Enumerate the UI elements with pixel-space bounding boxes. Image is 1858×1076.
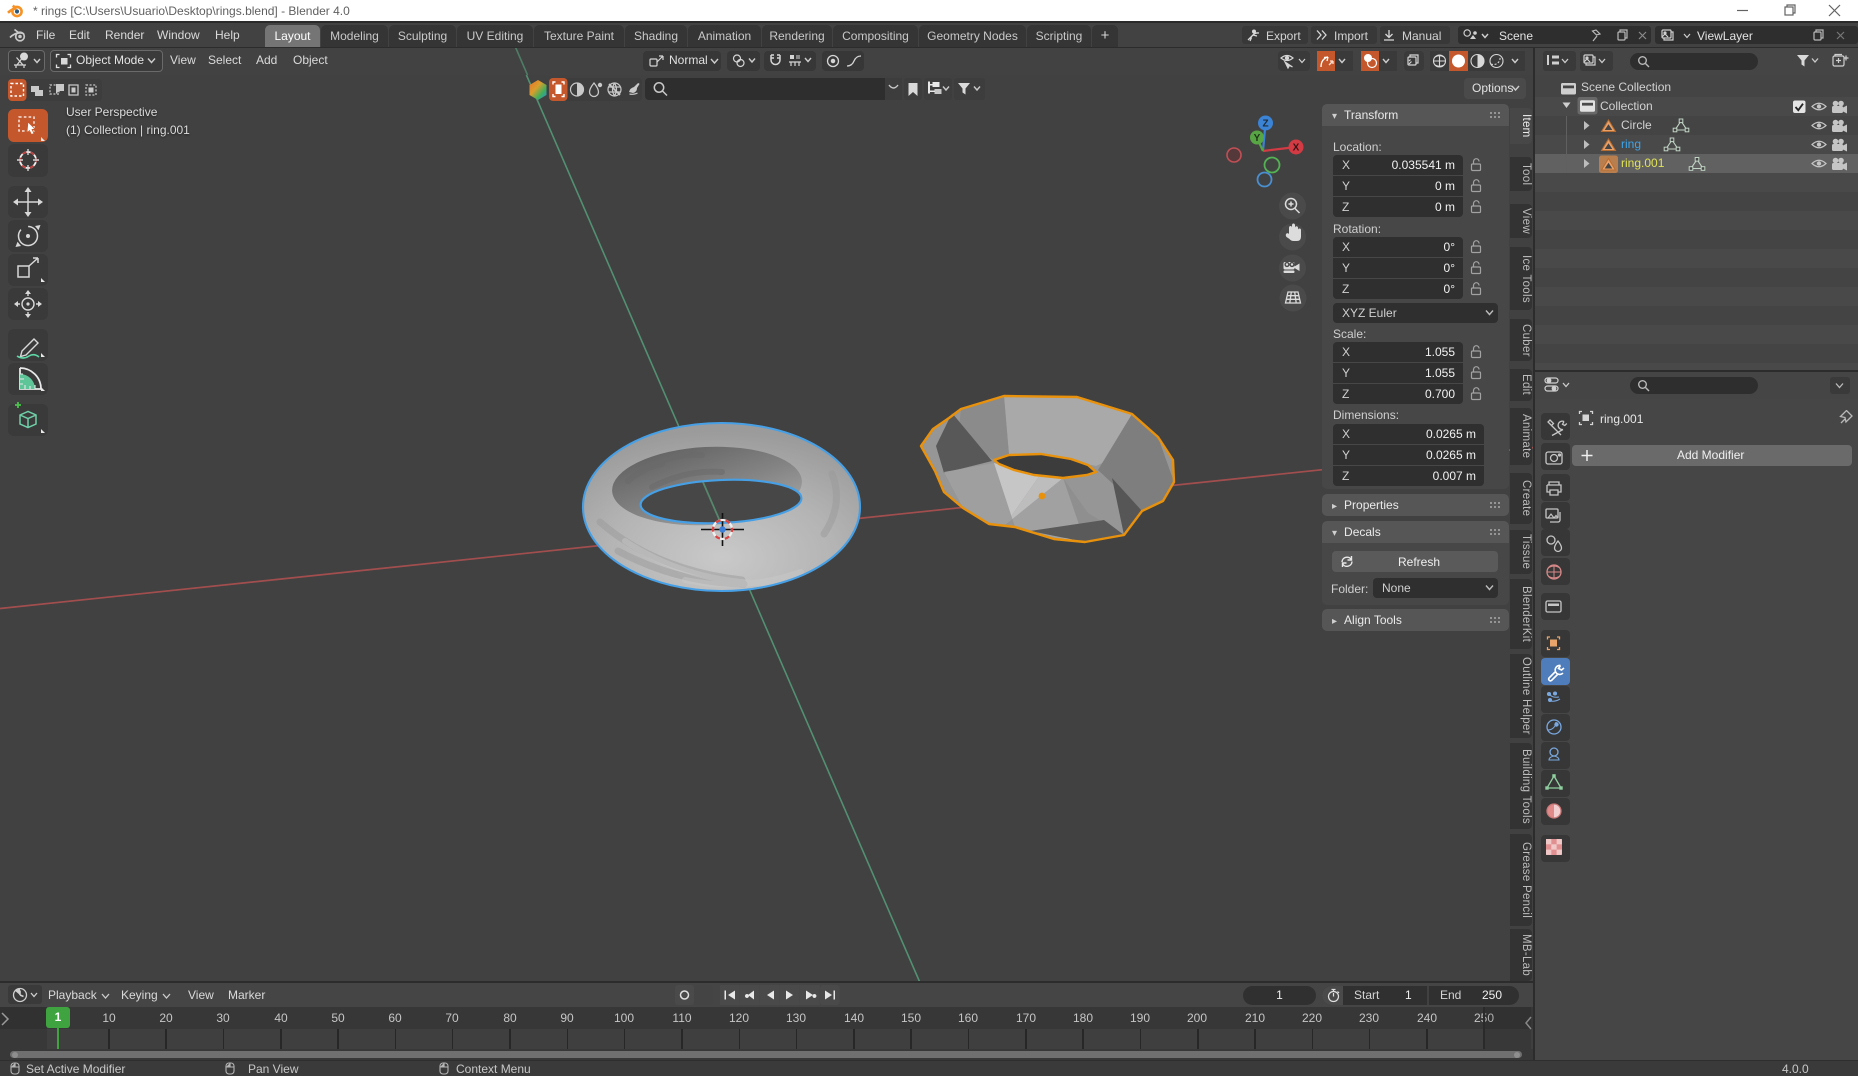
svg-text:Z: Z — [1262, 119, 1268, 130]
svg-text:Y: Y — [1254, 133, 1261, 144]
svg-text:X: X — [1293, 143, 1300, 154]
